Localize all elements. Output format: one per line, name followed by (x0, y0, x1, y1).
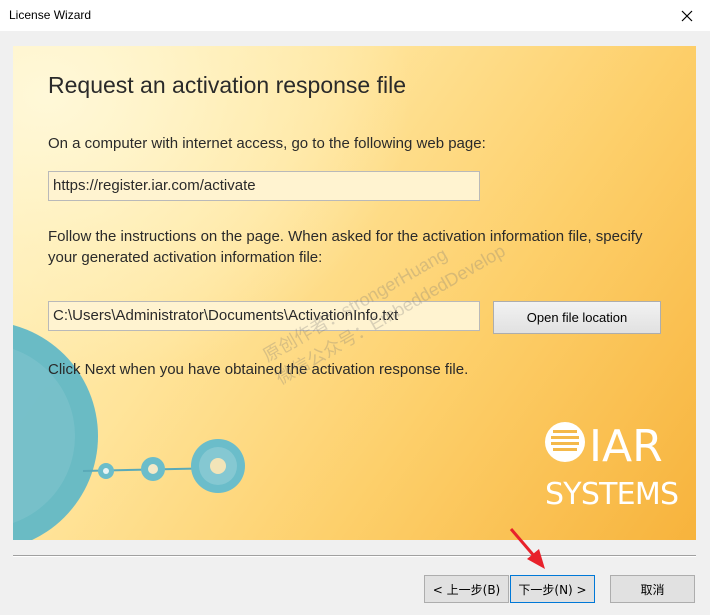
annotation-arrow-icon (509, 528, 545, 569)
close-icon (681, 10, 693, 21)
wizard-panel: Request an activation response file On a… (13, 46, 696, 540)
instruction-text-2: Follow the instructions on the page. Whe… (48, 228, 643, 266)
activation-url-field[interactable]: https://register.iar.com/activate (48, 171, 480, 201)
svg-text:SYSTEMS: SYSTEMS (545, 477, 679, 512)
iar-systems-logo: IAR SYSTEMS (545, 421, 679, 512)
cancel-button[interactable]: 取消 (610, 575, 695, 603)
back-button[interactable]: < 上一步(B) (424, 575, 509, 603)
page-heading: Request an activation response file (48, 72, 406, 98)
instruction-text-3: Click Next when you have obtained the ac… (48, 361, 469, 378)
title-bar: License Wizard (0, 0, 710, 31)
next-button[interactable]: 下一步(N) > (510, 575, 595, 603)
footer-separator (13, 555, 696, 557)
close-button[interactable] (664, 0, 710, 31)
window-title: License Wizard (9, 8, 92, 22)
svg-text:IAR: IAR (589, 421, 663, 472)
instruction-text-1: On a computer with internet access, go t… (48, 135, 486, 152)
open-file-location-button[interactable]: Open file location (493, 301, 661, 334)
activation-file-path-field[interactable]: C:\Users\Administrator\Documents\Activat… (48, 301, 480, 331)
